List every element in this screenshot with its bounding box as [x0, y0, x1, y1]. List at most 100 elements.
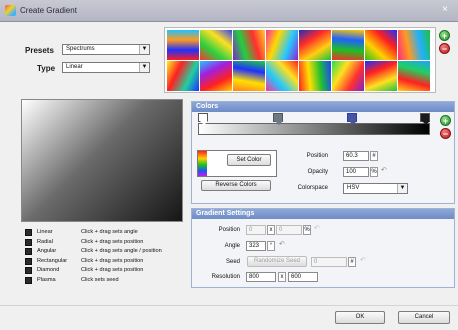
close-icon[interactable]: × [438, 4, 452, 16]
color-swatch [198, 151, 207, 176]
resolution-width-input[interactable]: 800 [246, 272, 276, 282]
seed-label: Seed [225, 259, 240, 265]
set-color-button[interactable]: Set Color [227, 154, 271, 166]
preset-swatch[interactable] [167, 30, 199, 60]
gradient-preview[interactable] [21, 99, 183, 222]
preset-swatches [164, 27, 436, 93]
gradient-type-icon [25, 229, 32, 236]
preset-swatch[interactable] [299, 61, 331, 91]
randomize-seed-button[interactable]: Randomize Seed [247, 256, 307, 267]
gradient-type-icon [25, 238, 32, 246]
gradient-settings-title: Gradient Settings [192, 209, 454, 219]
reset-position-icon[interactable]: ↶ [314, 224, 320, 232]
angle-unit: ° [267, 241, 275, 251]
gradient-type-icon [25, 248, 32, 255]
preset-swatch[interactable] [332, 61, 364, 91]
chevron-down-icon[interactable]: ▼ [139, 45, 149, 54]
preset-swatch[interactable] [365, 30, 397, 60]
resolution-sep: x [278, 272, 286, 282]
stop-position-input[interactable]: 60.3 [343, 151, 369, 161]
legend-item-desc: Click sets seed [81, 276, 119, 283]
window-title: Create Gradient [20, 6, 77, 15]
preset-swatch[interactable] [233, 30, 265, 60]
preset-swatch[interactable] [266, 30, 298, 60]
legend-item-desc: Click + drag sets position [81, 238, 144, 245]
app-icon [5, 5, 16, 16]
type-dropdown[interactable]: Linear ▼ [62, 62, 150, 73]
gs-position-y-input[interactable]: 0 [276, 225, 302, 235]
gradient-type-icon [25, 257, 32, 265]
legend-item-name: Plasma [37, 276, 56, 283]
reset-opacity-icon[interactable]: ↶ [381, 166, 387, 174]
gs-position-label: Position [218, 227, 240, 233]
chevron-down-icon[interactable]: ▼ [397, 184, 407, 193]
opacity-unit: % [370, 167, 378, 177]
reset-angle-icon[interactable]: ↶ [279, 240, 285, 248]
preset-swatch[interactable] [332, 30, 364, 60]
add-preset-button[interactable]: + [439, 30, 450, 41]
legend-item-desc: Click + drag sets position [81, 257, 144, 264]
colorspace-dropdown[interactable]: HSV ▼ [343, 183, 408, 194]
remove-preset-button[interactable]: − [439, 43, 450, 54]
legend-item-desc: Click + drag sets angle / position [81, 248, 162, 254]
legend-item: Rectangular Click + drag sets position [25, 257, 190, 266]
legend-item-desc: Click + drag sets position [81, 267, 144, 273]
legend-item-name: Rectangular [37, 257, 68, 264]
add-stop-button[interactable]: + [440, 115, 451, 126]
legend-item-name: Linear [37, 229, 53, 235]
presets-dropdown[interactable]: Spectrums ▼ [62, 44, 150, 55]
preset-swatch[interactable] [266, 61, 298, 91]
position-unit: # [370, 151, 378, 161]
gradient-stop-handle[interactable] [346, 113, 357, 125]
presets-value: Spectrums [66, 46, 95, 52]
resolution-label: Resolution [211, 274, 240, 280]
seed-unit: # [348, 257, 356, 267]
preset-swatch[interactable] [365, 61, 397, 91]
gradient-type-icon [25, 267, 32, 274]
preset-swatch[interactable] [200, 30, 232, 60]
reset-seed-icon[interactable]: ↶ [360, 256, 366, 264]
gs-position-unit: % [303, 225, 311, 235]
opacity-input[interactable]: 100 [343, 167, 369, 177]
legend-item: Diamond Click + drag sets position [25, 266, 190, 275]
colorspace-label: Colorspace [297, 185, 328, 191]
presets-label: Presets [25, 46, 54, 55]
legend-item: Plasma Click sets seed [25, 276, 190, 285]
position-label: Position [306, 153, 328, 159]
preset-swatch[interactable] [200, 61, 232, 91]
gradient-stop-handle[interactable] [420, 113, 430, 125]
angle-label: Angle [224, 243, 240, 249]
gs-position-sep: x [267, 225, 275, 235]
gradient-stop-handle[interactable] [273, 113, 284, 125]
colors-panel-title: Colors [192, 102, 454, 112]
reverse-colors-button[interactable]: Reverse Colors [201, 180, 271, 191]
opacity-label: Opacity [307, 169, 328, 175]
type-label: Type [37, 64, 56, 73]
title-bar[interactable]: Create Gradient × [0, 0, 458, 22]
cancel-button[interactable]: Cancel [398, 311, 450, 324]
ok-button[interactable]: OK [335, 311, 385, 324]
gs-position-x-input[interactable]: 0 [246, 225, 266, 235]
preset-swatch[interactable] [233, 61, 265, 91]
gradient-type-icon [25, 276, 32, 284]
gradient-bar[interactable] [198, 123, 430, 135]
legend-item-name: Diamond [37, 267, 60, 273]
preset-swatch[interactable] [398, 30, 430, 60]
footer-divider [0, 305, 458, 306]
legend-item: Radial Click + drag sets position [25, 238, 190, 247]
legend-item-desc: Click + drag sets angle [81, 229, 138, 235]
preset-swatch[interactable] [398, 61, 430, 91]
preset-swatch[interactable] [167, 61, 199, 91]
angle-input[interactable]: 323 [246, 241, 266, 251]
resolution-height-input[interactable]: 600 [288, 272, 318, 282]
legend-item: Angular Click + drag sets angle / positio… [25, 247, 190, 256]
preset-swatch[interactable] [299, 30, 331, 60]
legend-item-name: Radial [37, 238, 53, 245]
remove-stop-button[interactable]: − [440, 128, 451, 139]
legend-item: Linear Click + drag sets angle [25, 228, 190, 237]
gradient-stop-handle[interactable] [198, 113, 208, 125]
seed-input[interactable]: 0 [311, 257, 347, 267]
chevron-down-icon[interactable]: ▼ [139, 63, 149, 72]
colorspace-value: HSV [347, 185, 360, 191]
legend-item-name: Angular [37, 248, 57, 254]
